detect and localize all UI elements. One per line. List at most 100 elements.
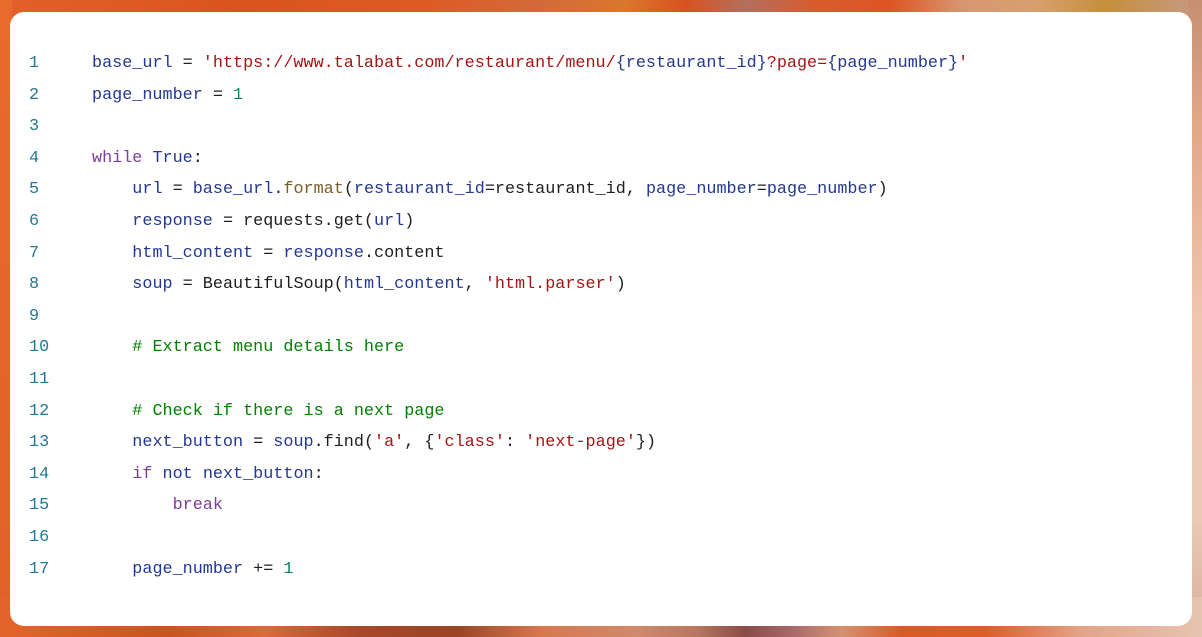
code-line[interactable]: 6 response = requests.get(url) xyxy=(10,206,968,238)
code-token-plain: = requests.get( xyxy=(212,211,375,231)
code-token-ident: base_url xyxy=(192,180,274,200)
code-line[interactable]: 5 url = base_url.format(restaurant_id=re… xyxy=(10,174,968,206)
code-token-ident: page_number xyxy=(766,180,878,200)
line-number: 10 xyxy=(29,338,50,358)
code-token-plain: ) xyxy=(877,180,888,200)
line-number: 5 xyxy=(29,180,40,200)
line-content: response = requests.get(url) xyxy=(92,212,414,231)
line-content: base_url = 'https://www.talabat.com/rest… xyxy=(92,54,968,73)
code-token-ident: page_number xyxy=(645,180,757,200)
code-token-string: 'https://www.talabat.com/restaurant/menu… xyxy=(202,54,616,73)
code-token-plain: : xyxy=(504,433,526,453)
line-number: 7 xyxy=(29,243,40,263)
code-token-ident: url xyxy=(374,211,405,231)
code-token-ident: {restaurant_id} xyxy=(615,54,767,73)
code-token-ident: url xyxy=(132,180,163,200)
line-content: # Extract menu details here xyxy=(92,338,404,357)
code-line[interactable]: 14 if not next_button: xyxy=(10,459,968,491)
line-content: page_number = 1 xyxy=(92,86,243,105)
code-token-number: 1 xyxy=(233,85,244,105)
line-content: next_button = soup.find('a', {'class': '… xyxy=(92,433,656,452)
line-number: 17 xyxy=(29,559,50,579)
code-token-plain: = BeautifulSoup( xyxy=(172,275,344,295)
code-token-keyword: if xyxy=(132,464,153,484)
line-content: if not next_button: xyxy=(92,464,323,484)
code-token-comment: # Extract menu details here xyxy=(132,338,405,358)
line-number: 16 xyxy=(29,527,50,547)
code-line[interactable]: 16 xyxy=(10,522,968,554)
code-token-keyword: while xyxy=(92,148,143,168)
code-token-comment: # Check if there is a next page xyxy=(132,401,445,421)
line-content: # Check if there is a next page xyxy=(92,402,444,421)
code-token-ident: response xyxy=(132,211,213,231)
line-number: 15 xyxy=(29,496,50,516)
code-line[interactable]: 1 base_url = 'https://www.talabat.com/res… xyxy=(10,48,968,80)
code-token-plain: ) xyxy=(404,211,415,231)
code-token-plain: }) xyxy=(635,433,657,453)
line-content: html_content = response.content xyxy=(92,243,444,263)
code-token-plain: ) xyxy=(615,275,626,295)
code-token-string: ?page= xyxy=(766,54,828,73)
code-token-plain: = xyxy=(253,243,284,263)
line-number: 3 xyxy=(29,117,40,137)
code-token-string: 'html.parser' xyxy=(484,275,616,295)
code-token-ident: next_button xyxy=(202,464,314,484)
code-token-ident: html_content xyxy=(132,243,254,263)
line-content: while True: xyxy=(92,149,203,168)
code-token-ident: html_content xyxy=(343,275,465,295)
code-token-ident: base_url xyxy=(92,54,173,73)
code-token-ident: page_number xyxy=(132,559,244,579)
code-token-plain: = xyxy=(756,180,767,200)
code-line[interactable]: 7 html_content = response.content xyxy=(10,238,968,270)
code-token-ident: {page_number} xyxy=(827,54,959,73)
code-token-number: 1 xyxy=(283,559,294,579)
code-token-plain: ( xyxy=(343,180,354,200)
code-token-const: not xyxy=(162,464,193,484)
code-line[interactable]: 15 break xyxy=(10,490,968,522)
code-token-const: True xyxy=(152,148,193,168)
code-line[interactable]: 10 # Extract menu details here xyxy=(10,332,968,364)
line-content: soup = BeautifulSoup(html_content, 'html… xyxy=(92,275,626,294)
code-token-plain: = xyxy=(243,433,274,453)
code-token-plain: =restaurant_id, xyxy=(484,180,646,200)
code-line[interactable]: 11 xyxy=(10,364,968,396)
line-number: 6 xyxy=(29,211,40,231)
code-line[interactable]: 4 while True: xyxy=(10,143,968,175)
line-number: 11 xyxy=(29,369,50,389)
line-number: 2 xyxy=(29,85,40,105)
code-card: 1 base_url = 'https://www.talabat.com/res… xyxy=(10,12,1192,626)
code-block[interactable]: 1 base_url = 'https://www.talabat.com/res… xyxy=(10,48,968,585)
code-token-plain: . xyxy=(273,180,284,200)
line-number: 9 xyxy=(29,306,40,326)
code-token-plain: = xyxy=(162,180,193,200)
code-line[interactable]: 2 page_number = 1 xyxy=(10,80,968,112)
code-line[interactable]: 17 page_number += 1 xyxy=(10,554,968,586)
code-token-plain: , { xyxy=(404,433,435,453)
code-line[interactable]: 13 next_button = soup.find('a', {'class'… xyxy=(10,427,968,459)
code-token-plain: .find( xyxy=(313,433,375,453)
code-token-ident: soup xyxy=(132,275,173,295)
line-number: 14 xyxy=(29,464,50,484)
line-number: 8 xyxy=(29,275,40,295)
code-token-func: format xyxy=(283,180,344,200)
code-line[interactable]: 8 soup = BeautifulSoup(html_content, 'ht… xyxy=(10,269,968,301)
code-token-ident: page_number xyxy=(92,85,203,105)
code-token-ident: soup xyxy=(273,433,314,453)
code-token-string: ' xyxy=(958,54,969,73)
code-line[interactable]: 12 # Check if there is a next page xyxy=(10,396,968,428)
line-content: break xyxy=(92,496,223,515)
code-line[interactable]: 9 xyxy=(10,301,968,333)
code-line[interactable]: 3 xyxy=(10,111,968,143)
line-number: 4 xyxy=(29,148,40,168)
